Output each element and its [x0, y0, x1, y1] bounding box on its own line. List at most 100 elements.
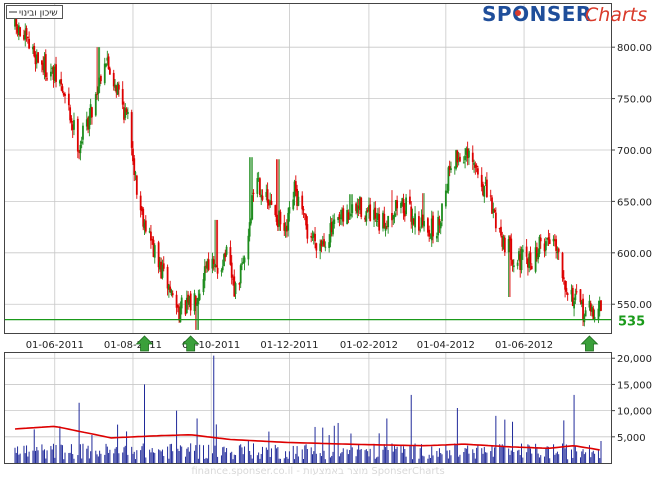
candle-body	[108, 68, 111, 75]
candle-body	[537, 253, 540, 260]
candle-body	[439, 222, 442, 229]
candle-body	[435, 235, 438, 239]
candle-body	[494, 212, 497, 229]
candle-body	[561, 252, 564, 279]
price-tick-label: 700.00	[617, 146, 652, 157]
candle-body	[61, 86, 64, 92]
candle-body	[220, 270, 223, 272]
candle-body	[503, 237, 506, 253]
candle-body	[121, 89, 124, 105]
volume-y-axis-ticks: 20,000 15,000 10,000 5,000	[611, 354, 652, 444]
svg-text:SPONSER: SPONSER	[482, 2, 592, 26]
candle-body	[44, 54, 47, 78]
candle-body	[396, 200, 399, 209]
candle-body	[574, 293, 577, 301]
volume-tick-label: 20,000	[617, 354, 652, 365]
candle-body	[107, 56, 110, 70]
candle-body	[100, 76, 102, 82]
candle-body	[180, 297, 183, 309]
candle-body	[462, 162, 465, 164]
candle-body	[483, 185, 486, 197]
candle-body	[387, 215, 390, 228]
candle-body	[314, 233, 316, 242]
candle-body	[306, 224, 309, 239]
volume-tick-label: 15,000	[617, 380, 652, 391]
candle-body	[441, 203, 443, 222]
candle-body	[393, 213, 396, 218]
candle-body	[305, 214, 307, 226]
candle-body	[432, 215, 434, 237]
x-tick-label: 01-02-2012	[340, 340, 398, 351]
candle-body	[230, 262, 233, 278]
candle-body	[151, 238, 154, 240]
candle-body	[573, 301, 575, 309]
candle-body	[105, 63, 107, 67]
candle-body	[383, 213, 386, 228]
sponsercharts-logo: SPONSER Charts	[482, 2, 647, 26]
candle-body	[279, 211, 282, 225]
candle-body	[511, 259, 514, 265]
candle-body	[315, 243, 318, 251]
chart-canvas: 800.00 750.00 700.00 650.00 600.00 550.00 20,…	[4, 2, 652, 477]
candle-body	[28, 38, 31, 49]
candle-body	[493, 209, 496, 212]
candle-body	[189, 293, 192, 311]
candle-body	[202, 279, 205, 293]
candle-body	[274, 205, 277, 216]
legend-label: שיכון ובינוי	[19, 9, 58, 19]
candle-body	[351, 204, 354, 214]
candle-body	[375, 220, 378, 222]
candle-body	[414, 213, 416, 228]
candle-body	[37, 52, 39, 63]
candle-body	[239, 265, 242, 284]
candle-body	[477, 168, 479, 175]
candle-body	[80, 141, 83, 144]
candle-body	[471, 152, 474, 162]
x-tick-label: 01-06-2012	[495, 340, 553, 351]
candle-body	[444, 190, 447, 207]
footer-credit: finance.sponser.co.il - מוצר באמצעות Spo…	[191, 466, 444, 477]
candle-body	[25, 28, 28, 36]
candle-body	[46, 78, 48, 80]
candle-body	[117, 84, 120, 90]
candle-body	[60, 79, 63, 85]
candle-body	[215, 265, 218, 268]
x-axis-ticks: 01-06-2011 01-08-2011 01-10-2011 01-12-2011…	[26, 340, 553, 351]
candle-body	[234, 283, 237, 295]
candle-body	[350, 213, 352, 217]
candle-body	[97, 86, 100, 94]
candle-body	[134, 172, 137, 174]
candle-body	[135, 175, 138, 195]
candle-body	[600, 300, 602, 311]
candle-body	[50, 71, 52, 77]
logo-text-charts: Charts	[585, 4, 647, 26]
logo-text-sp: SP	[482, 2, 512, 26]
candle-body	[302, 208, 305, 211]
candle-body	[162, 263, 165, 269]
candle-body	[297, 196, 300, 206]
candle-body	[405, 197, 407, 215]
candle-body	[468, 150, 470, 158]
candle-body	[579, 289, 582, 303]
candle-body	[82, 125, 84, 140]
candle-body	[212, 259, 215, 264]
candle-body	[225, 246, 228, 255]
candle-body	[512, 265, 515, 268]
candle-body	[328, 242, 331, 248]
candle-body	[475, 165, 478, 168]
candle-body	[544, 241, 547, 251]
candle-body	[221, 266, 224, 271]
candle-body	[374, 207, 377, 219]
candle-body	[333, 219, 336, 224]
candle-body	[548, 239, 551, 244]
x-tick-label: 01-06-2011	[26, 340, 84, 351]
candle-body	[103, 63, 106, 84]
candle-body	[510, 238, 513, 260]
legend[interactable]: שיכון ובינוי	[6, 5, 63, 19]
candle-body	[247, 235, 250, 260]
candle-body	[347, 212, 350, 220]
candle-body	[365, 211, 368, 222]
candle-body	[55, 64, 57, 82]
candle-body	[91, 107, 93, 118]
candle-body	[216, 267, 219, 274]
